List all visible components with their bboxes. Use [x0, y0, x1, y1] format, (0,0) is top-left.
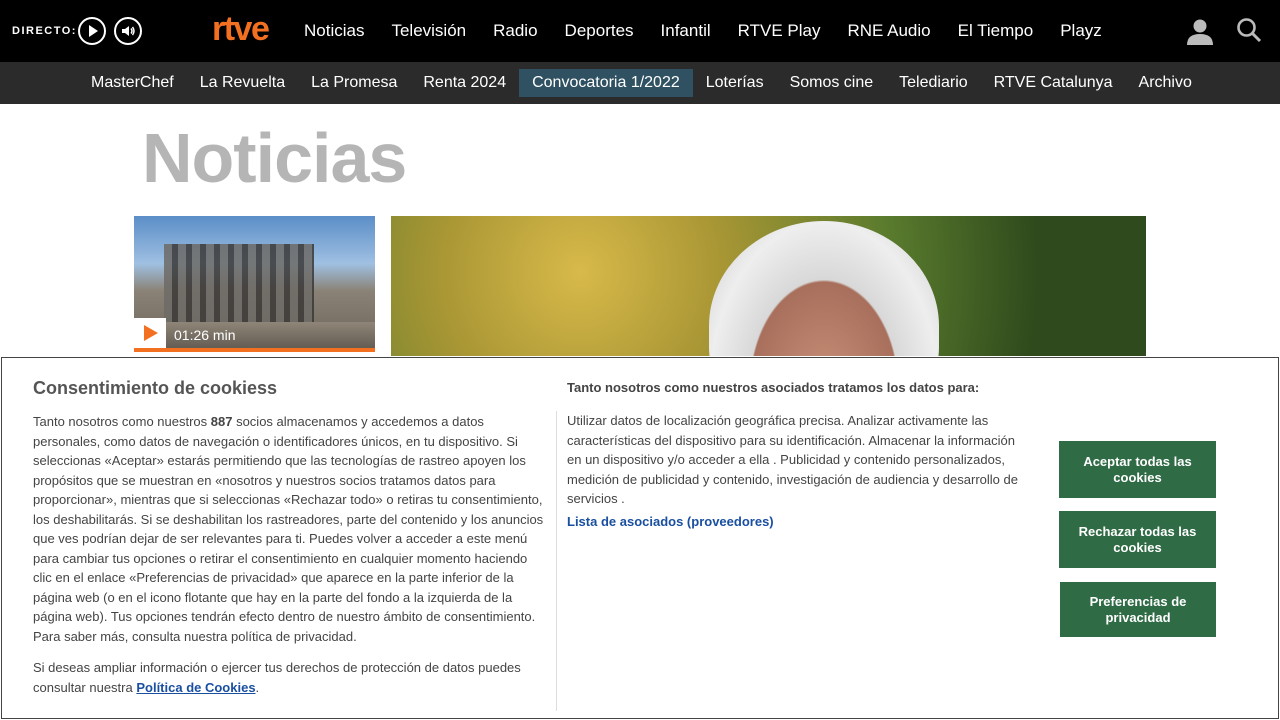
search-icon[interactable] [1236, 17, 1262, 43]
topic-archivo[interactable]: Archivo [1126, 69, 1205, 97]
topic-masterchef[interactable]: MasterChef [78, 69, 187, 97]
nav-playz[interactable]: Playz [1060, 21, 1102, 41]
hero-image[interactable] [391, 216, 1146, 356]
cookie-consent-dialog: Consentimiento de cookiess Tanto nosotro… [1, 357, 1279, 719]
privacy-preferences-button[interactable]: Preferencias de privacidad [1060, 582, 1216, 637]
play-icon [89, 25, 98, 37]
live-play-button[interactable] [78, 17, 106, 45]
cookie-description: Tanto nosotros como nuestros 887 socios … [33, 414, 544, 644]
nav-deportes[interactable]: Deportes [565, 21, 634, 41]
nav-rne-audio[interactable]: RNE Audio [847, 21, 930, 41]
cookie-divider [556, 411, 557, 711]
topics-bar: MasterChef La Revuelta La Promesa Renta … [0, 62, 1280, 104]
user-icon[interactable] [1186, 17, 1214, 45]
main-nav: Noticias Televisión Radio Deportes Infan… [304, 0, 1102, 62]
nav-infantil[interactable]: Infantil [661, 21, 711, 41]
purposes-text: Utilizar datos de localización geográfic… [567, 413, 1018, 506]
topic-la-revuelta[interactable]: La Revuelta [187, 69, 298, 97]
live-label: DIRECTO: [12, 25, 77, 37]
nav-radio[interactable]: Radio [493, 21, 537, 41]
vendor-count: 887 [210, 414, 233, 429]
video-thumbnail[interactable]: 01:26 min [134, 216, 375, 352]
video-progress-bar [134, 348, 375, 352]
cookie-title: Consentimiento de cookiess [33, 378, 278, 398]
topic-somos-cine[interactable]: Somos cine [777, 69, 887, 97]
cookie-rights-text: Si deseas ampliar información o ejercer … [33, 660, 521, 695]
thumbnail-image [164, 244, 314, 334]
purposes-title: Tanto nosotros como nuestros asociados t… [567, 380, 980, 395]
cookie-policy-link[interactable]: Política de Cookies [136, 680, 255, 695]
nav-rtve-play[interactable]: RTVE Play [738, 21, 821, 41]
nav-television[interactable]: Televisión [391, 21, 466, 41]
video-duration: 01:26 min [174, 327, 236, 343]
speaker-icon [122, 26, 135, 36]
topic-loterias[interactable]: Loterías [693, 69, 777, 97]
page-title: Noticias [142, 119, 407, 197]
vendors-list-link[interactable]: Lista de asociados (proveedores) [567, 514, 774, 529]
topic-convocatoria[interactable]: Convocatoria 1/2022 [519, 69, 693, 97]
topic-telediario[interactable]: Telediario [886, 69, 980, 97]
topic-la-promesa[interactable]: La Promesa [298, 69, 410, 97]
top-navbar: DIRECTO: rtve Noticias Televisión Radio … [0, 0, 1280, 62]
live-audio-button[interactable] [114, 17, 142, 45]
topic-renta-2024[interactable]: Renta 2024 [410, 69, 519, 97]
nav-el-tiempo[interactable]: El Tiempo [958, 21, 1034, 41]
nav-noticias[interactable]: Noticias [304, 21, 364, 41]
play-icon[interactable] [134, 318, 166, 348]
topic-rtve-catalunya[interactable]: RTVE Catalunya [981, 69, 1126, 97]
rtve-logo[interactable]: rtve [212, 9, 270, 49]
reject-all-button[interactable]: Rechazar todas las cookies [1059, 511, 1216, 568]
accept-all-button[interactable]: Aceptar todas las cookies [1059, 441, 1216, 498]
